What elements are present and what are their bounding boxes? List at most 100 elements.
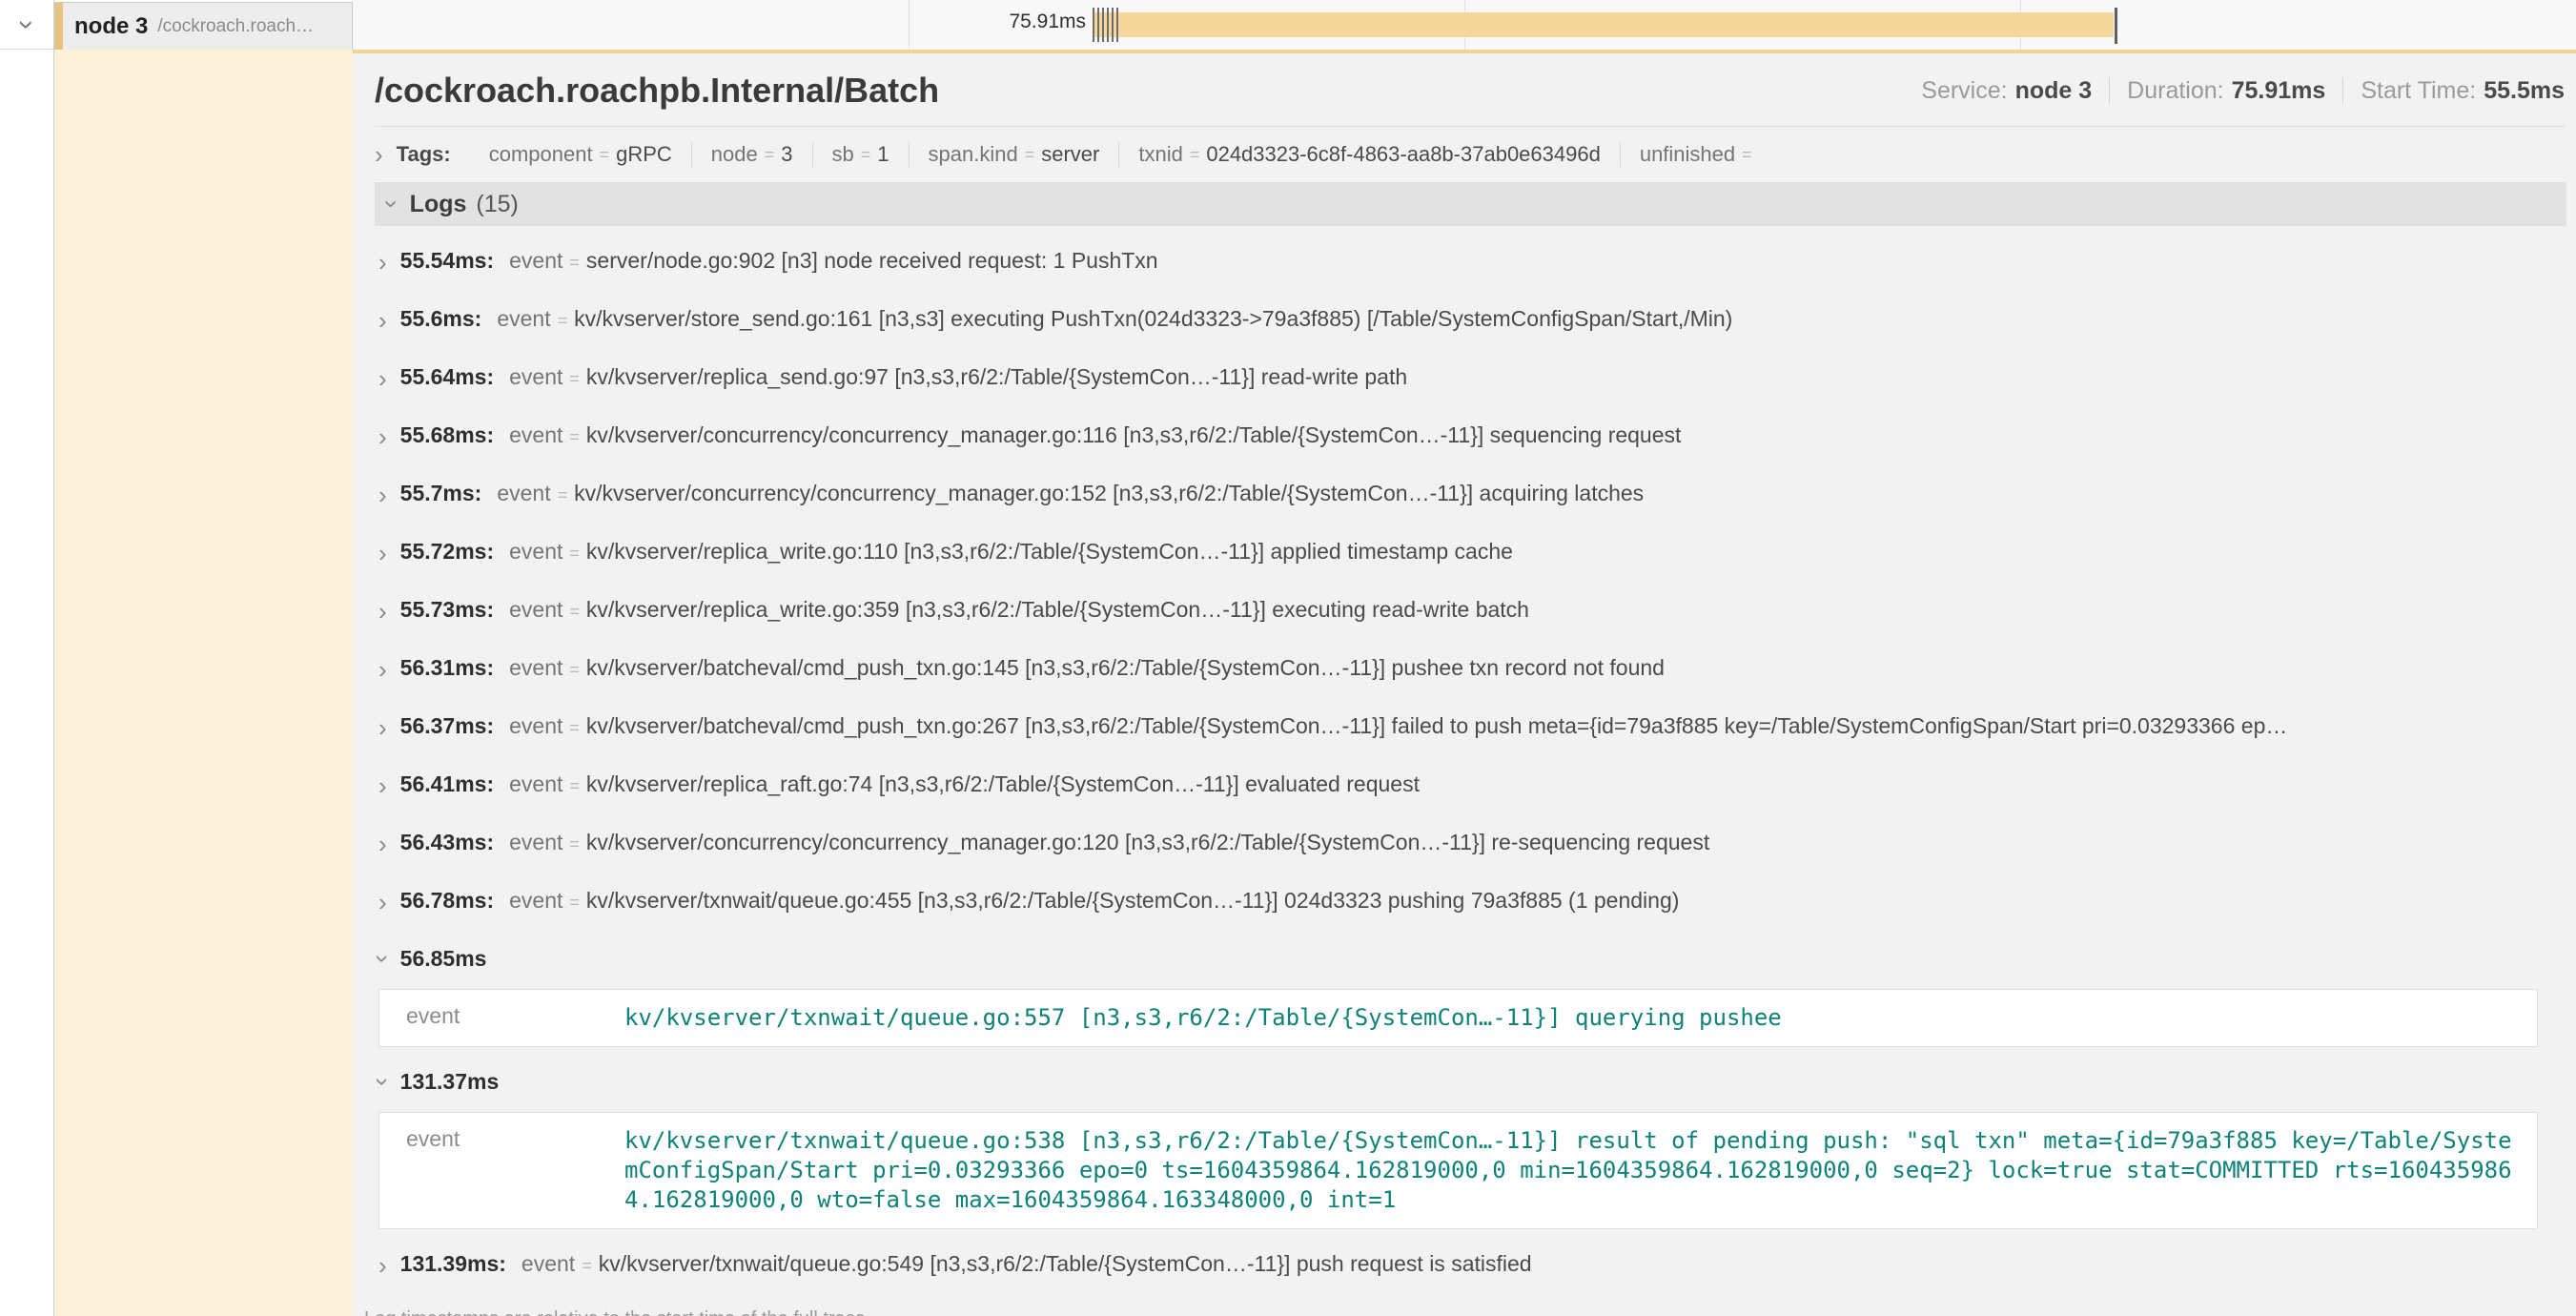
log-entry-toggle[interactable]: › 55.68ms: event = kv/kvserver/concurren… — [378, 408, 2566, 466]
log-entry-toggle[interactable]: › 56.43ms: event = kv/kvserver/concurren… — [378, 815, 2566, 874]
tags-section-toggle[interactable]: › Tags: component = gRPC node = 3 sb = 1… — [375, 127, 2576, 180]
service-label: Service: — [1921, 77, 2007, 105]
log-timestamp: 56.41ms: — [400, 771, 494, 797]
span-collapse-control[interactable]: › — [0, 0, 54, 50]
log-timestamp: 56.85ms — [400, 946, 487, 972]
tag-key: txnid — [1138, 142, 1182, 167]
log-field-value: kv/kvserver/txnwait/queue.go:557 [n3,s3,… — [624, 1003, 2537, 1033]
logs-footer: Log timestamps are relative to the start… — [364, 1308, 2566, 1316]
logs-section-toggle[interactable]: › Logs (15) — [375, 182, 2566, 226]
log-field-value: kv/kvserver/batcheval/cmd_push_txn.go:14… — [586, 655, 1665, 681]
trace-detail-view: › node 3 /cockroach.roach… 75.91ms — [0, 0, 2576, 1316]
log-entry-toggle[interactable]: › 131.39ms: event = kv/kvserver/txnwait/… — [378, 1237, 2566, 1295]
chevron-right-icon: › — [378, 248, 387, 278]
chevron-down-icon: › — [368, 1078, 398, 1086]
log-marker-tick — [1097, 8, 1099, 42]
log-field-value: kv/kvserver/concurrency/concurrency_mana… — [586, 830, 1709, 855]
log-field-value: kv/kvserver/concurrency/concurrency_mana… — [586, 422, 1681, 448]
log-timestamp: 56.43ms: — [400, 830, 494, 855]
tag-value: 3 — [781, 142, 792, 167]
log-entry-toggle[interactable]: › 56.37ms: event = kv/kvserver/batcheval… — [378, 699, 2566, 757]
chevron-right-icon: › — [378, 830, 387, 859]
span-duration-bar[interactable] — [1094, 12, 2114, 37]
log-field-value: kv/kvserver/concurrency/concurrency_mana… — [574, 481, 1644, 506]
equals-sign: = — [558, 311, 568, 331]
span-detail-body: /cockroach.roachpb.Internal/Batch Servic… — [0, 50, 2576, 1316]
log-field-value: kv/kvserver/txnwait/queue.go:538 [n3,s3,… — [624, 1126, 2537, 1215]
log-entry-toggle[interactable]: › 131.37ms — [378, 1055, 2566, 1109]
equals-sign: = — [861, 145, 871, 165]
log-field-key: event — [509, 364, 562, 390]
log-timestamp: 55.73ms: — [400, 597, 494, 623]
log-entry-toggle[interactable]: › 55.54ms: event = server/node.go:902 [n… — [378, 234, 2566, 292]
log-timestamp: 55.54ms: — [400, 248, 494, 274]
log-timestamp: 55.7ms: — [400, 481, 482, 506]
equals-sign: = — [569, 776, 580, 796]
equals-sign: = — [569, 369, 580, 389]
log-timestamp: 55.72ms: — [400, 539, 494, 565]
equals-sign: = — [1742, 145, 1752, 165]
log-entry-toggle[interactable]: › 55.6ms: event = kv/kvserver/store_send… — [378, 292, 2566, 350]
log-entry-toggle[interactable]: › 56.31ms: event = kv/kvserver/batcheval… — [378, 641, 2566, 699]
log-entry-toggle[interactable]: › 55.73ms: event = kv/kvserver/replica_w… — [378, 583, 2566, 641]
span-timeline-row[interactable]: 75.91ms — [353, 0, 2576, 50]
log-field-key: event — [509, 771, 562, 797]
log-field-key: event — [509, 713, 562, 739]
log-field-key: event — [521, 1251, 575, 1277]
chevron-right-icon: › — [378, 713, 387, 743]
stat-divider — [2109, 77, 2110, 104]
equals-sign: = — [569, 602, 580, 622]
equals-sign: = — [582, 1256, 592, 1276]
chevron-right-icon: › — [378, 539, 387, 568]
start-time-label: Start Time: — [2361, 77, 2476, 105]
service-value: node 3 — [2015, 77, 2093, 105]
span-detail-panel: /cockroach.roachpb.Internal/Batch Servic… — [353, 50, 2576, 1316]
log-entry-toggle[interactable]: › 55.7ms: event = kv/kvserver/concurrenc… — [378, 466, 2566, 524]
log-field-key: event — [509, 539, 562, 565]
log-field-value: kv/kvserver/replica_write.go:110 [n3,s3,… — [586, 539, 1513, 565]
log-entry-toggle[interactable]: › 55.64ms: event = kv/kvserver/replica_s… — [378, 350, 2566, 408]
tag-item: span.kind = server — [909, 142, 1119, 167]
equals-sign: = — [569, 427, 580, 447]
equals-sign: = — [1025, 145, 1035, 165]
log-field-key: event — [406, 1126, 624, 1152]
log-field-value: kv/kvserver/batcheval/cmd_push_txn.go:26… — [586, 713, 2287, 739]
log-field-key: event — [497, 481, 550, 506]
chevron-right-icon: › — [378, 597, 387, 627]
duration-value: 75.91ms — [2232, 77, 2326, 105]
stat-divider — [2342, 77, 2343, 104]
tags-list: component = gRPC node = 3 sb = 1 span.ki… — [470, 142, 1778, 167]
tag-item: txnid = 024d3323-6c8f-4863-aa8b-37ab0e63… — [1118, 142, 1619, 167]
tag-key: node — [711, 142, 758, 167]
log-marker-tick — [2115, 8, 2117, 44]
log-entry-toggle[interactable]: › 56.85ms — [378, 932, 2566, 986]
log-entry-toggle[interactable]: › 56.41ms: event = kv/kvserver/replica_r… — [378, 757, 2566, 815]
chevron-down-icon: › — [379, 200, 404, 209]
tag-value: server — [1041, 142, 1099, 167]
log-field-value: kv/kvserver/replica_raft.go:74 [n3,s3,r6… — [586, 771, 1420, 797]
log-timestamp: 55.6ms: — [400, 306, 482, 332]
log-entry-toggle[interactable]: › 56.78ms: event = kv/kvserver/txnwait/q… — [378, 874, 2566, 932]
chevron-right-icon: › — [375, 142, 383, 167]
log-keyvalue-box: event kv/kvserver/txnwait/queue.go:557 [… — [378, 989, 2538, 1047]
logs-title: Logs — [410, 191, 467, 218]
tag-item: node = 3 — [691, 142, 812, 167]
log-field-value: kv/kvserver/replica_send.go:97 [n3,s3,r6… — [586, 364, 1407, 390]
log-timestamp: 131.37ms — [400, 1069, 500, 1095]
tag-value: 024d3323-6c8f-4863-aa8b-37ab0e63496d — [1206, 142, 1600, 167]
duration-label: Duration: — [2127, 77, 2223, 105]
tag-key: sb — [832, 142, 854, 167]
page-title: /cockroach.roachpb.Internal/Batch — [375, 71, 939, 111]
tag-value: 1 — [877, 142, 889, 167]
selected-row-highlight-column — [54, 50, 353, 1316]
log-timestamp: 56.78ms: — [400, 888, 494, 914]
equals-sign: = — [569, 718, 580, 738]
log-timestamp: 131.39ms: — [400, 1251, 506, 1277]
tag-item: component = gRPC — [470, 142, 691, 167]
chevron-right-icon: › — [378, 771, 387, 801]
tag-key: span.kind — [929, 142, 1018, 167]
log-entry-toggle[interactable]: › 55.72ms: event = kv/kvserver/replica_w… — [378, 524, 2566, 583]
equals-sign: = — [600, 145, 610, 165]
span-stats: Service: node 3 Duration: 75.91ms Start … — [1921, 77, 2565, 105]
span-name-tab[interactable]: node 3 /cockroach.roach… — [54, 2, 353, 50]
